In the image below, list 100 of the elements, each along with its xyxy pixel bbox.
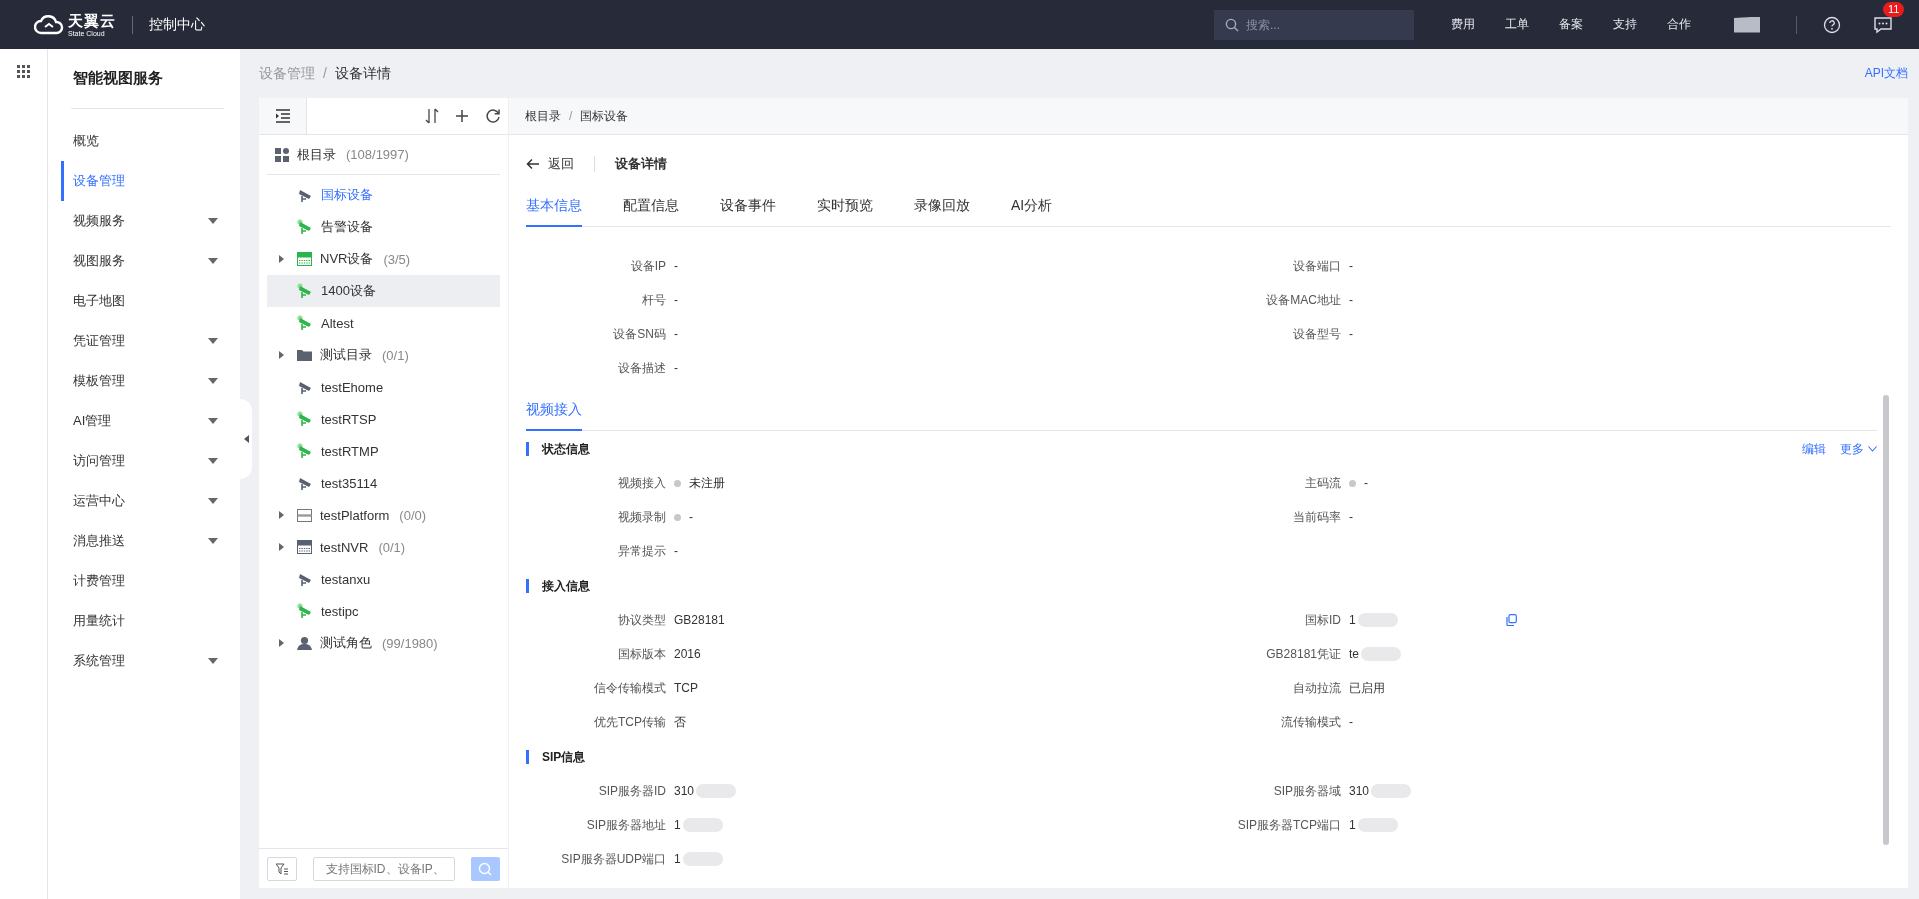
- field-label: SIP服务器地址: [585, 816, 666, 834]
- sidebar-item[interactable]: 模板管理: [61, 361, 224, 401]
- copy-icon[interactable]: [1505, 614, 1517, 626]
- tab[interactable]: 实时预览: [817, 193, 873, 227]
- breadcrumb-separator: /: [323, 64, 327, 83]
- tree-item[interactable]: testRTSP: [267, 403, 500, 435]
- page-title: 设备详情: [615, 155, 667, 173]
- section-title: SIP信息: [542, 748, 586, 766]
- tree-item[interactable]: testPlatform (0/0): [267, 499, 500, 531]
- field-label: 流传输模式: [1280, 713, 1341, 731]
- search-button[interactable]: [470, 856, 500, 881]
- tree-item[interactable]: testEhome: [267, 371, 500, 403]
- tree-item[interactable]: testanxu: [267, 563, 500, 595]
- search-field[interactable]: 支持国标ID、设备IP、: [312, 856, 455, 881]
- breadcrumb-link[interactable]: 根目录: [525, 107, 561, 125]
- search-field[interactable]: 搜索...: [1214, 9, 1414, 40]
- field-label: 设备IP: [629, 257, 666, 275]
- sidebar-item[interactable]: 视图服务: [61, 241, 224, 281]
- section-title: 状态信息: [542, 440, 590, 458]
- breadcrumb-link[interactable]: 国标设备: [580, 107, 629, 125]
- tab[interactable]: AI分析: [1011, 193, 1053, 227]
- api-docs-link[interactable]: API文档: [1864, 65, 1908, 82]
- search-icon: [478, 861, 493, 876]
- sidebar-item[interactable]: 设备管理: [61, 161, 224, 201]
- tree-count: (3/5): [383, 251, 411, 267]
- nav-link[interactable]: 工单: [1505, 16, 1529, 33]
- camera-icon: [297, 603, 313, 619]
- tree-item[interactable]: 测试目录 (0/1): [267, 339, 500, 371]
- camera-icon: [297, 411, 313, 427]
- sidebar-item[interactable]: 计费管理: [61, 561, 224, 601]
- tree-item[interactable]: test35114: [267, 467, 500, 499]
- tree-item[interactable]: testRTMP: [267, 435, 500, 467]
- sidebar-item[interactable]: 访问管理: [61, 441, 224, 481]
- field-label: SIP服务器域: [1272, 782, 1341, 800]
- tab[interactable]: 配置信息: [623, 193, 679, 227]
- field-value: -: [1349, 293, 1353, 307]
- sidebar-item[interactable]: 系统管理: [61, 641, 224, 681]
- tab[interactable]: 基本信息: [526, 193, 582, 227]
- add-icon: [455, 109, 469, 123]
- field-label: 信令传输模式: [593, 679, 666, 697]
- caret-icon: [279, 639, 284, 647]
- sidebar-item[interactable]: 概览: [61, 121, 224, 161]
- field-label: 设备描述: [617, 359, 666, 377]
- tree-item[interactable]: 告警设备: [267, 211, 500, 243]
- filter-button[interactable]: [267, 856, 297, 881]
- breadcrumb-separator: /: [569, 109, 573, 123]
- field-value: 否: [674, 713, 686, 731]
- sidebar-item[interactable]: 视频服务: [61, 201, 224, 241]
- sidebar-item[interactable]: 运营中心: [61, 481, 224, 521]
- tree-item[interactable]: Altest: [267, 307, 500, 339]
- tree-item[interactable]: testipc: [267, 595, 500, 627]
- chevron-down-icon: [1868, 446, 1877, 452]
- sidebar-item[interactable]: AI管理: [61, 401, 224, 441]
- grid-icon: [275, 147, 289, 162]
- sidebar-title: 智能视图服务: [72, 68, 164, 88]
- tree-item[interactable]: 国标设备: [267, 179, 500, 211]
- tab[interactable]: 录像回放: [914, 193, 970, 227]
- sidebar-item[interactable]: 用量统计: [61, 601, 224, 641]
- arrow-left-icon: [526, 158, 540, 170]
- collapse-handle[interactable]: [240, 399, 252, 479]
- field-label: SIP服务器UDP端口: [560, 850, 666, 868]
- recorder-icon: [297, 252, 312, 266]
- tab[interactable]: 设备事件: [720, 193, 776, 227]
- camera-icon: [297, 187, 313, 203]
- apps-icon: [17, 65, 30, 78]
- field-label: GB28181凭证: [1265, 645, 1341, 663]
- field-label: 杆号: [641, 291, 666, 309]
- camera-icon: [297, 475, 313, 491]
- field-label: 视频录制: [617, 508, 666, 526]
- field-label: 国标ID: [1304, 611, 1341, 629]
- nav-link[interactable]: 合作: [1667, 16, 1691, 33]
- sidebar-item[interactable]: 凭证管理: [61, 321, 224, 361]
- refresh-icon: [485, 108, 501, 124]
- tab[interactable]: 视频接入: [526, 397, 582, 431]
- back-link[interactable]: 返回: [526, 155, 574, 173]
- sidebar-item[interactable]: 消息推送: [61, 521, 224, 561]
- nav-link[interactable]: 费用: [1451, 16, 1475, 33]
- field-label: SIP服务器TCP端口: [1236, 816, 1341, 834]
- tree-count: (0/1): [382, 347, 409, 363]
- tree-item[interactable]: testNVR (0/1): [267, 531, 500, 563]
- tree-root-item[interactable]: 根目录 (108/1997): [267, 135, 500, 175]
- field-value: 未注册: [689, 474, 725, 492]
- sort-icon: [425, 108, 439, 124]
- tree-item[interactable]: 测试角色 (99/1980): [267, 627, 500, 659]
- sidebar-item[interactable]: 电子地图: [61, 281, 224, 321]
- field-label: 设备MAC地址: [1265, 291, 1341, 309]
- scrollbar[interactable]: [1883, 395, 1889, 845]
- field-label: 国标版本: [617, 645, 666, 663]
- avatar-icon[interactable]: [1734, 16, 1760, 33]
- server-icon: [297, 508, 312, 522]
- nav-link[interactable]: 备案: [1559, 16, 1583, 33]
- nav-link[interactable]: 支持: [1613, 16, 1637, 33]
- tree-item[interactable]: NVR设备 (3/5): [267, 243, 500, 275]
- tree-item[interactable]: 1400设备: [267, 275, 500, 307]
- field-label: 优先TCP传输: [593, 713, 666, 731]
- caret-icon: [208, 418, 218, 424]
- edit-link[interactable]: 编辑: [1802, 440, 1826, 458]
- field-value: -: [1349, 259, 1353, 273]
- field-value: -: [1349, 510, 1353, 524]
- more-dropdown[interactable]: 更多: [1840, 440, 1877, 458]
